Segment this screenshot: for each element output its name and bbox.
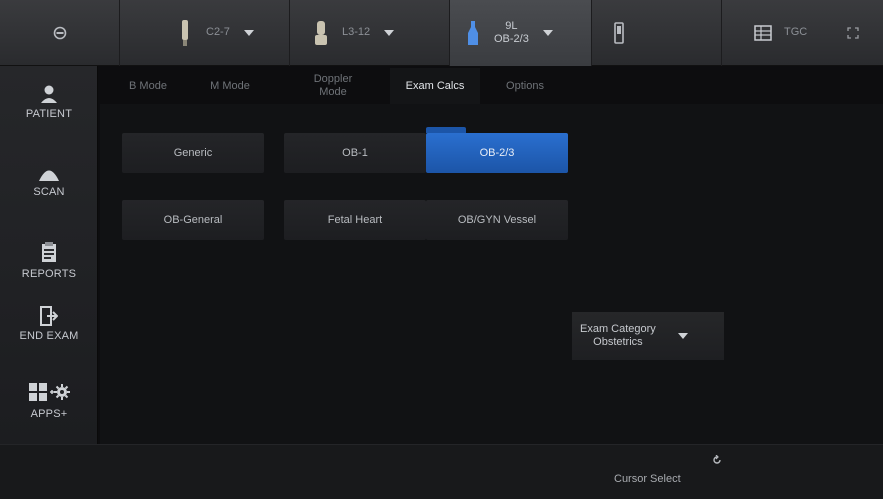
- sidebar-item-label: APPS+: [30, 408, 68, 420]
- tab-label-line2: Mode: [319, 86, 347, 98]
- calc-button-label: OB-1: [342, 147, 368, 159]
- probe-icon: [468, 21, 478, 45]
- calc-button-label: OB-General: [163, 214, 223, 226]
- probe-9l[interactable]: 9L OB-2/3: [450, 0, 592, 66]
- tab-options[interactable]: Options: [490, 68, 560, 104]
- probe-label-line1: 9L: [505, 19, 518, 32]
- mode-tabs: B Mode M Mode Doppler Mode Exam Calcs Op…: [100, 68, 600, 104]
- cursor-select-label[interactable]: Cursor Select: [614, 473, 681, 485]
- sidebar-item-label: REPORTS: [21, 268, 77, 280]
- apps-icon: [29, 383, 70, 401]
- tgc-controls[interactable]: TGC: [722, 0, 883, 66]
- exam-category-label-group: Exam Category Obstetrics: [580, 323, 656, 348]
- calc-button-label: OB/GYN Vessel: [457, 214, 537, 226]
- fullscreen-icon[interactable]: [847, 27, 859, 39]
- device-icon: [614, 22, 624, 44]
- sidebar-item-label: PATIENT: [25, 108, 73, 120]
- sidebar-item-label: END EXAM: [19, 330, 79, 342]
- calc-button-ob-1[interactable]: OB-1: [284, 133, 426, 173]
- probe-l3-12[interactable]: L3-12: [290, 0, 450, 66]
- tab-label: Doppler Mode: [314, 73, 353, 98]
- tab-exam-calcs[interactable]: Exam Calcs: [390, 68, 480, 104]
- scan-icon: [39, 170, 59, 181]
- menu-button[interactable]: [0, 0, 120, 66]
- probe-c2-7[interactable]: C2-7: [120, 0, 290, 66]
- chevron-down-icon[interactable]: [542, 30, 553, 36]
- tgc-label: TGC: [784, 26, 808, 39]
- sidebar-item-label: SCAN: [33, 186, 65, 198]
- tab-label: B Mode: [129, 79, 167, 92]
- probe-icon: [315, 21, 327, 45]
- calc-button-ob-2-3[interactable]: OB-2/3: [426, 127, 568, 173]
- calc-button-ob-general[interactable]: OB-General: [122, 200, 264, 240]
- calc-button-label: Generic: [173, 147, 213, 159]
- tab-label-line1: Doppler: [313, 73, 353, 86]
- tab-label: Exam Calcs: [405, 79, 465, 92]
- tgc-icon: [754, 25, 772, 41]
- probe-toolbar: C2-7 L3-12 9L OB-2/3 TGC: [0, 0, 883, 66]
- chevron-down-icon[interactable]: [384, 30, 395, 36]
- tab-b-mode[interactable]: B Mode: [118, 68, 178, 104]
- probe-label: L3-12: [342, 26, 371, 39]
- probe-slot-empty[interactable]: [592, 0, 722, 66]
- probe-label: C2-7: [206, 26, 230, 39]
- sidebar-item-patient[interactable]: PATIENT: [0, 84, 98, 120]
- exam-calcs-panel: Generic OB-1 OB-2/3 OB-General Fetal Hea…: [100, 104, 883, 444]
- tab-m-mode[interactable]: M Mode: [198, 68, 262, 104]
- tab-label: Options: [506, 79, 544, 92]
- probe-label: 9L OB-2/3: [494, 20, 529, 46]
- calc-button-ob-gyn-vessel[interactable]: OB/GYN Vessel: [426, 200, 568, 240]
- tab-doppler-mode[interactable]: Doppler Mode: [298, 68, 368, 104]
- rotary-knob-icon: [713, 455, 721, 464]
- chevron-down-icon[interactable]: [677, 333, 688, 339]
- calc-button-label: Fetal Heart: [327, 214, 383, 226]
- reports-icon: [42, 242, 56, 262]
- sidebar-item-end-exam[interactable]: END EXAM: [0, 306, 98, 342]
- sidebar-item-apps[interactable]: APPS+: [0, 382, 98, 420]
- settings-knob-icon: [53, 26, 66, 40]
- sidebar-item-scan[interactable]: SCAN: [0, 166, 98, 198]
- exam-category-label: Exam Category: [580, 323, 656, 336]
- calc-button-label: OB-2/3: [479, 147, 515, 159]
- exam-category-value: Obstetrics: [593, 336, 643, 348]
- patient-icon: [41, 85, 57, 103]
- probe-label-line2: OB-2/3: [494, 33, 529, 45]
- calc-button-fetal-heart[interactable]: Fetal Heart: [284, 200, 426, 240]
- exam-category-dropdown[interactable]: Exam Category Obstetrics: [572, 312, 724, 360]
- bottom-bar: Cursor Select: [0, 444, 883, 499]
- tab-label: M Mode: [210, 79, 250, 92]
- chevron-down-icon[interactable]: [243, 30, 254, 36]
- calc-button-generic[interactable]: Generic: [122, 133, 264, 173]
- probe-icon: [182, 20, 188, 46]
- sidebar: PATIENT SCAN REPORTS END EXAM APPS+: [0, 66, 98, 444]
- end-exam-icon: [40, 306, 58, 326]
- sidebar-item-reports[interactable]: REPORTS: [0, 242, 98, 280]
